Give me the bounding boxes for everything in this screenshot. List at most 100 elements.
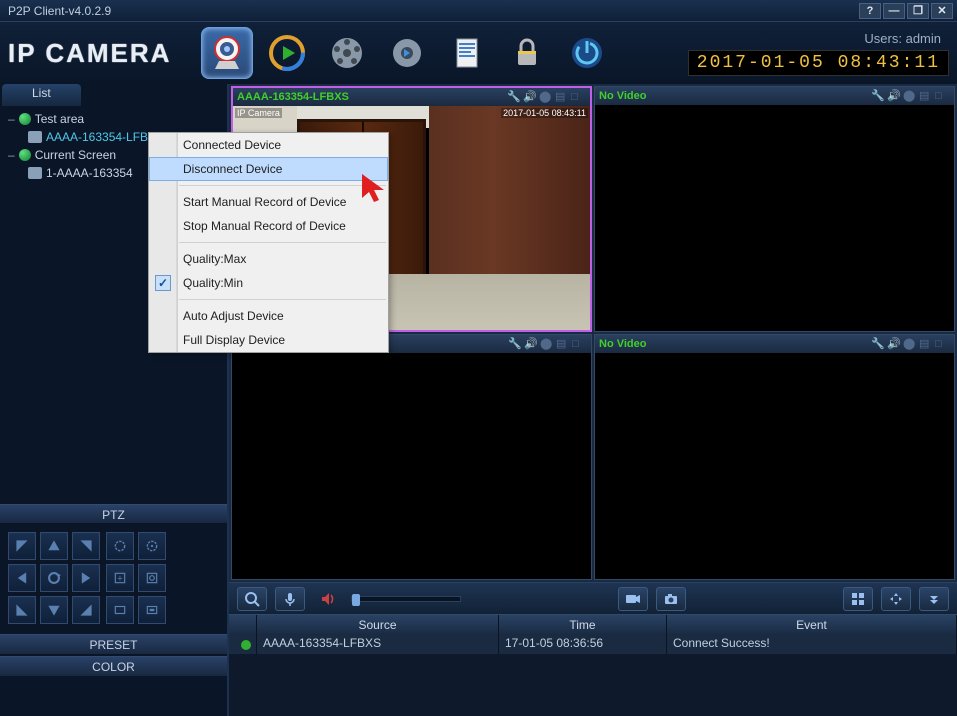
cm-start-record[interactable]: Start Manual Record of Device [149,190,388,214]
playback-button[interactable] [261,27,313,79]
event-time: 17-01-05 08:36:56 [499,634,667,654]
speaker-icon[interactable]: 🔊 [524,337,538,351]
svg-text:+: + [117,574,122,584]
clock: 2017-01-05 08:43:11 [688,50,949,76]
record-all-button[interactable] [618,587,648,611]
ptz-down-right[interactable] [72,596,100,624]
ptz-down[interactable] [40,596,68,624]
tree-label: Test area [35,112,84,126]
annotation-cursor-arrow [360,172,390,209]
live-view-button[interactable] [201,27,253,79]
event-source: AAAA-163354-LFBXS [257,634,499,654]
col-status [229,615,257,634]
zoom-out[interactable] [138,532,166,560]
tree-tabs: List [0,84,227,106]
minimize-button[interactable]: — [883,3,905,19]
mic-icon[interactable]: 🔧 [871,89,885,103]
record-button[interactable] [321,27,373,79]
record-dot-icon[interactable]: ⬤ [539,90,553,104]
mic-icon[interactable]: 🔧 [507,90,521,104]
ptz-auto[interactable] [40,564,68,592]
tab-list[interactable]: List [2,84,81,106]
cm-quality-max[interactable]: Quality:Max [149,247,388,271]
power-button[interactable] [561,27,613,79]
tree-area-test[interactable]: –Test area [0,110,227,128]
snapshot-icon[interactable]: ▤ [556,337,570,351]
cm-connected-device[interactable]: Connected Device [149,133,388,157]
volume-slider[interactable] [351,596,461,602]
help-button[interactable]: ? [859,3,881,19]
lock-icon [507,33,547,73]
webcam-icon [207,33,247,73]
cm-quality-min[interactable]: ✓Quality:Min [149,271,388,295]
col-source: Source [257,615,499,634]
ptz-up-left[interactable] [8,532,36,560]
close-stream-icon[interactable]: □ [571,91,585,105]
ptz-down-left[interactable] [8,596,36,624]
event-table-body [229,654,957,716]
camera-icon [28,167,42,179]
logo: IP CAMERA [8,38,171,69]
preset-button[interactable]: PRESET [0,634,227,654]
focus-far[interactable] [138,564,166,592]
control-bar [229,582,957,614]
close-stream-icon[interactable]: □ [935,338,949,352]
cm-stop-record[interactable]: Stop Manual Record of Device [149,214,388,238]
video-cell-3[interactable]: No Video🔧🔊⬤▤□ [231,334,592,580]
volume-icon[interactable] [313,587,343,611]
ptz-left[interactable] [8,564,36,592]
speaker-icon[interactable]: 🔊 [887,89,901,103]
window-title: P2P Client-v4.0.2.9 [4,4,857,18]
snapshot-all-button[interactable] [656,587,686,611]
close-stream-icon[interactable]: □ [935,90,949,104]
log-button[interactable] [441,27,493,79]
ptz-up-right[interactable] [72,532,100,560]
ptz-right[interactable] [72,564,100,592]
cm-disconnect-device[interactable]: Disconnect Device [149,157,388,181]
fullscreen-button[interactable] [881,587,911,611]
iris-close[interactable] [138,596,166,624]
snapshot-icon[interactable]: ▤ [555,90,569,104]
mic-icon[interactable]: 🔧 [508,337,522,351]
check-icon: ✓ [155,275,171,291]
col-time: Time [499,615,667,634]
camera-icon [28,131,42,143]
close-button[interactable]: ✕ [931,3,953,19]
ptz-up[interactable] [40,532,68,560]
collapse-button[interactable] [919,587,949,611]
event-row[interactable]: AAAA-163354-LFBXS 17-01-05 08:36:56 Conn… [229,634,957,654]
digital-zoom-button[interactable] [237,587,267,611]
video-cell-2[interactable]: No Video🔧🔊⬤▤□ [594,86,955,332]
cm-label: Connected Device [183,138,281,152]
video-cell-4[interactable]: No Video🔧🔊⬤▤□ [594,334,955,580]
focus-near[interactable]: + [106,564,134,592]
layout-button[interactable] [843,587,873,611]
record-dot-icon[interactable]: ⬤ [903,89,917,103]
snapshot-icon[interactable]: ▤ [919,337,933,351]
header: IP CAMERA Users: admin 2017-01-05 08:43:… [0,22,957,84]
globe-icon [19,113,31,125]
settings-button[interactable] [381,27,433,79]
color-button[interactable]: COLOR [0,656,227,676]
mic-icon[interactable]: 🔧 [871,337,885,351]
close-stream-icon[interactable]: □ [572,338,586,352]
cm-full-display[interactable]: Full Display Device [149,328,388,352]
record-dot-icon[interactable]: ⬤ [903,337,917,351]
cm-label: Quality:Max [183,252,246,266]
maximize-button[interactable]: ❐ [907,3,929,19]
speaker-icon[interactable]: 🔊 [887,337,901,351]
talk-button[interactable] [275,587,305,611]
speaker-icon[interactable]: 🔊 [523,90,537,104]
zoom-in[interactable] [106,532,134,560]
cm-auto-adjust[interactable]: Auto Adjust Device [149,304,388,328]
reel-icon [327,33,367,73]
lock-button[interactable] [501,27,553,79]
cm-label: Start Manual Record of Device [183,195,346,209]
cm-label: Auto Adjust Device [183,309,284,323]
iris-open[interactable] [106,596,134,624]
osd-top-left: IP Camera [235,108,282,118]
event-text: Connect Success! [667,634,957,654]
record-dot-icon[interactable]: ⬤ [540,337,554,351]
snapshot-icon[interactable]: ▤ [919,89,933,103]
ptz-header[interactable]: PTZ [0,504,227,524]
